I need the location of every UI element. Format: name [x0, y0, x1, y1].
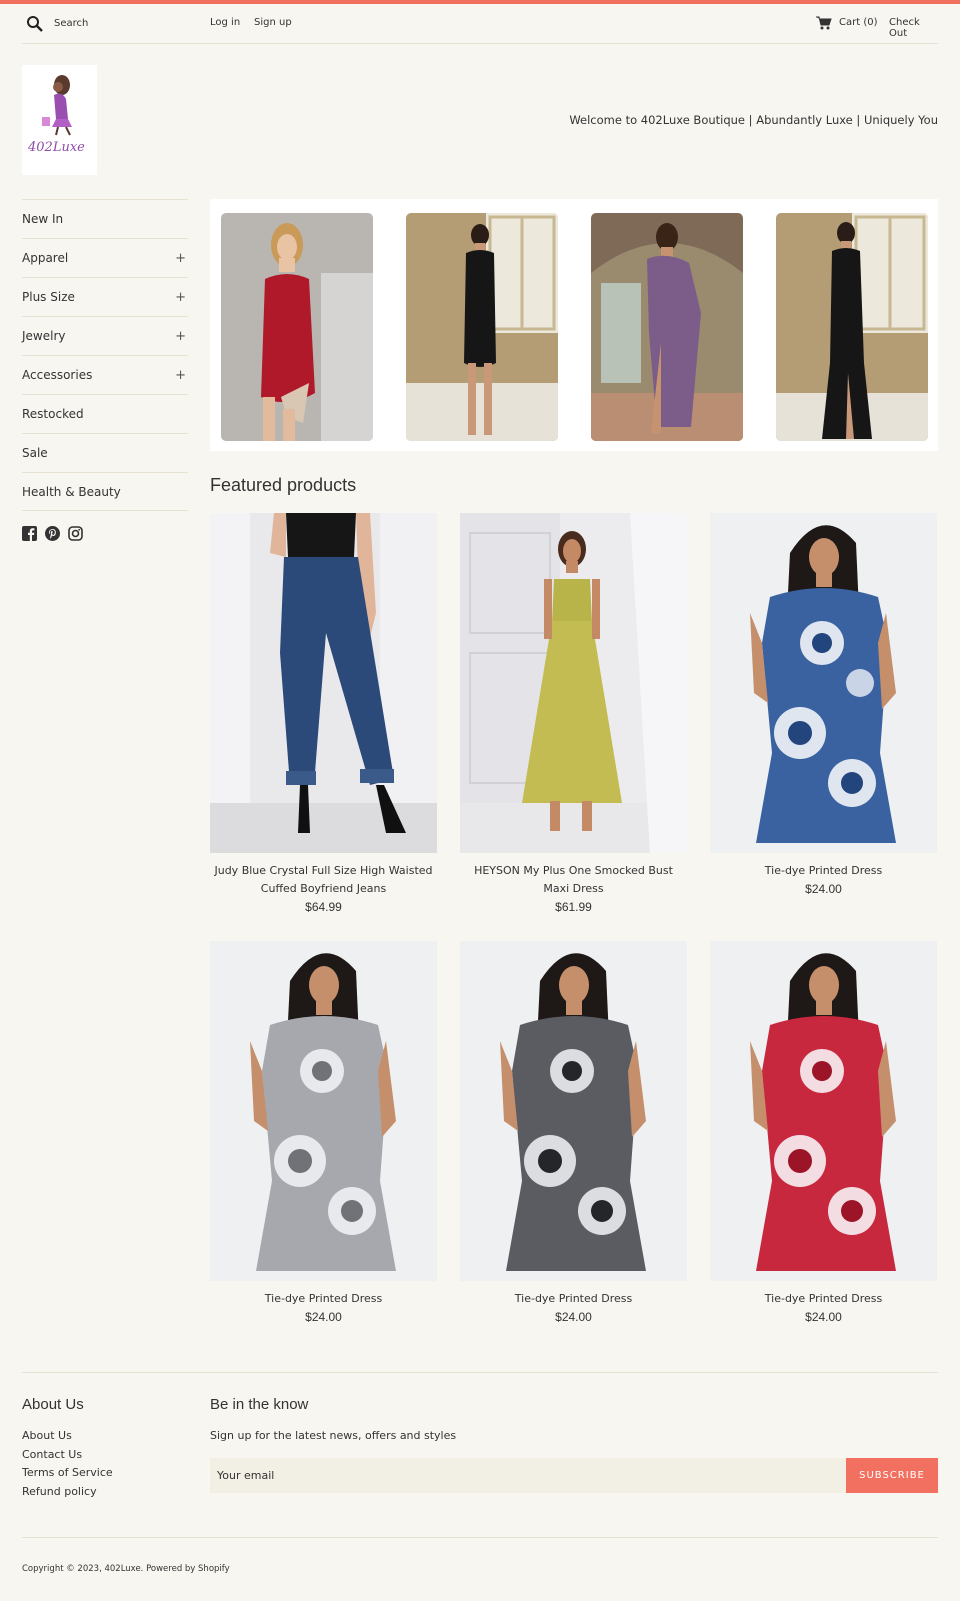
copyright-text: Copyright © 2023, 402Luxe. Powered by Sh…	[22, 1564, 230, 1574]
sidebar-item-accessories[interactable]: Accessories +	[22, 355, 188, 394]
sidebar-item-label: Health & Beauty	[22, 484, 121, 499]
newsletter-email-input[interactable]	[210, 1458, 846, 1493]
product-card[interactable]: Tie-dye Printed Dress $24.00	[710, 941, 937, 1326]
product-image[interactable]	[710, 941, 937, 1281]
product-image[interactable]	[210, 513, 437, 853]
sidebar-item-label: Accessories	[22, 368, 93, 382]
product-card[interactable]: Tie-dye Printed Dress $24.00	[210, 941, 437, 1326]
footer-link-contact-us[interactable]: Contact Us	[22, 1448, 82, 1461]
newsletter-heading: Be in the know	[210, 1396, 309, 1413]
product-title[interactable]: Tie-dye Printed Dress	[710, 1290, 937, 1308]
logo-text: 402Luxe	[27, 140, 85, 155]
welcome-message: Welcome to 402Luxe Boutique | Abundantly…	[569, 113, 938, 127]
sidebar-item-restocked[interactable]: Restocked	[22, 394, 188, 433]
store-logo[interactable]: 402Luxe	[22, 65, 97, 175]
product-price: $61.99	[555, 900, 592, 914]
sidebar-item-health-beauty[interactable]: Health & Beauty	[22, 472, 188, 511]
expand-plus-icon[interactable]: +	[175, 251, 186, 266]
product-title[interactable]: Tie-dye Printed Dress	[710, 862, 937, 880]
product-card[interactable]: Judy Blue Crystal Full Size High Waisted…	[210, 513, 437, 916]
cart-icon[interactable]	[816, 16, 832, 30]
sidebar-item-label: Apparel	[22, 251, 69, 265]
facebook-icon[interactable]	[22, 526, 37, 541]
product-image[interactable]	[460, 941, 687, 1281]
hero-image-black-halter[interactable]	[406, 213, 558, 441]
login-link[interactable]: Log in	[210, 17, 240, 28]
footer-link-terms-of-service[interactable]: Terms of Service	[22, 1466, 113, 1479]
sidebar-item-label: Plus Size	[22, 290, 75, 304]
search-input[interactable]	[54, 13, 194, 33]
sidebar-item-plus-size[interactable]: Plus Size +	[22, 277, 188, 316]
cart-link[interactable]: Cart (0)	[839, 17, 878, 28]
pinterest-icon[interactable]	[45, 526, 60, 541]
product-price: $24.00	[555, 1310, 592, 1324]
hero-image-red-dress[interactable]	[221, 213, 373, 441]
product-image[interactable]	[460, 513, 687, 853]
checkout-link[interactable]: Check Out	[889, 17, 938, 39]
product-title[interactable]: Tie-dye Printed Dress	[210, 1290, 437, 1308]
expand-plus-icon[interactable]: +	[175, 290, 186, 305]
sidebar-item-label: Restocked	[22, 407, 84, 421]
product-title[interactable]: HEYSON My Plus One Smocked Bust Maxi Dre…	[460, 862, 687, 898]
copyright-divider	[22, 1537, 938, 1538]
subscribe-button[interactable]: SUBSCRIBE	[846, 1458, 938, 1493]
product-title[interactable]: Judy Blue Crystal Full Size High Waisted…	[210, 862, 437, 898]
product-image[interactable]	[210, 941, 437, 1281]
sidebar-item-label: New In	[22, 212, 64, 226]
expand-plus-icon[interactable]: +	[175, 368, 186, 383]
product-image[interactable]	[710, 513, 937, 853]
sidebar-item-sale[interactable]: Sale	[22, 433, 188, 472]
sidebar-nav: New In Apparel + Plus Size + Jewelry + Accessor…	[22, 199, 188, 511]
instagram-icon[interactable]	[68, 526, 83, 541]
hero-image-strip	[210, 199, 938, 451]
about-us-heading: About Us	[22, 1396, 84, 1413]
site-header: Log in Sign up Cart (0) Check Out	[22, 4, 938, 44]
product-card[interactable]: Tie-dye Printed Dress $24.00	[710, 513, 937, 898]
newsletter-description: Sign up for the latest news, offers and …	[210, 1429, 457, 1442]
product-price: $24.00	[305, 1310, 342, 1324]
sidebar-item-new-in[interactable]: New In	[22, 199, 188, 238]
logo-image: 402Luxe	[27, 75, 85, 155]
search-icon[interactable]	[26, 15, 44, 33]
hero-image-black-gown[interactable]	[776, 213, 928, 441]
hero-image-satin-dress[interactable]	[591, 213, 743, 441]
product-card[interactable]: HEYSON My Plus One Smocked Bust Maxi Dre…	[460, 513, 687, 916]
sidebar-item-label: Jewelry	[22, 329, 66, 343]
footer-divider	[22, 1372, 938, 1373]
sidebar-item-jewelry[interactable]: Jewelry +	[22, 316, 188, 355]
featured-products-heading: Featured products	[210, 475, 357, 495]
product-price: $24.00	[805, 1310, 842, 1324]
product-price: $24.00	[805, 882, 842, 896]
expand-plus-icon[interactable]: +	[175, 329, 186, 344]
social-links	[22, 526, 83, 541]
product-title[interactable]: Tie-dye Printed Dress	[460, 1290, 687, 1308]
sidebar-item-apparel[interactable]: Apparel +	[22, 238, 188, 277]
product-price: $64.99	[305, 900, 342, 914]
footer-link-about-us[interactable]: About Us	[22, 1429, 72, 1442]
signup-link[interactable]: Sign up	[254, 17, 292, 28]
sidebar-item-label: Sale	[22, 446, 48, 460]
footer-link-refund-policy[interactable]: Refund policy	[22, 1485, 97, 1498]
product-card[interactable]: Tie-dye Printed Dress $24.00	[460, 941, 687, 1326]
